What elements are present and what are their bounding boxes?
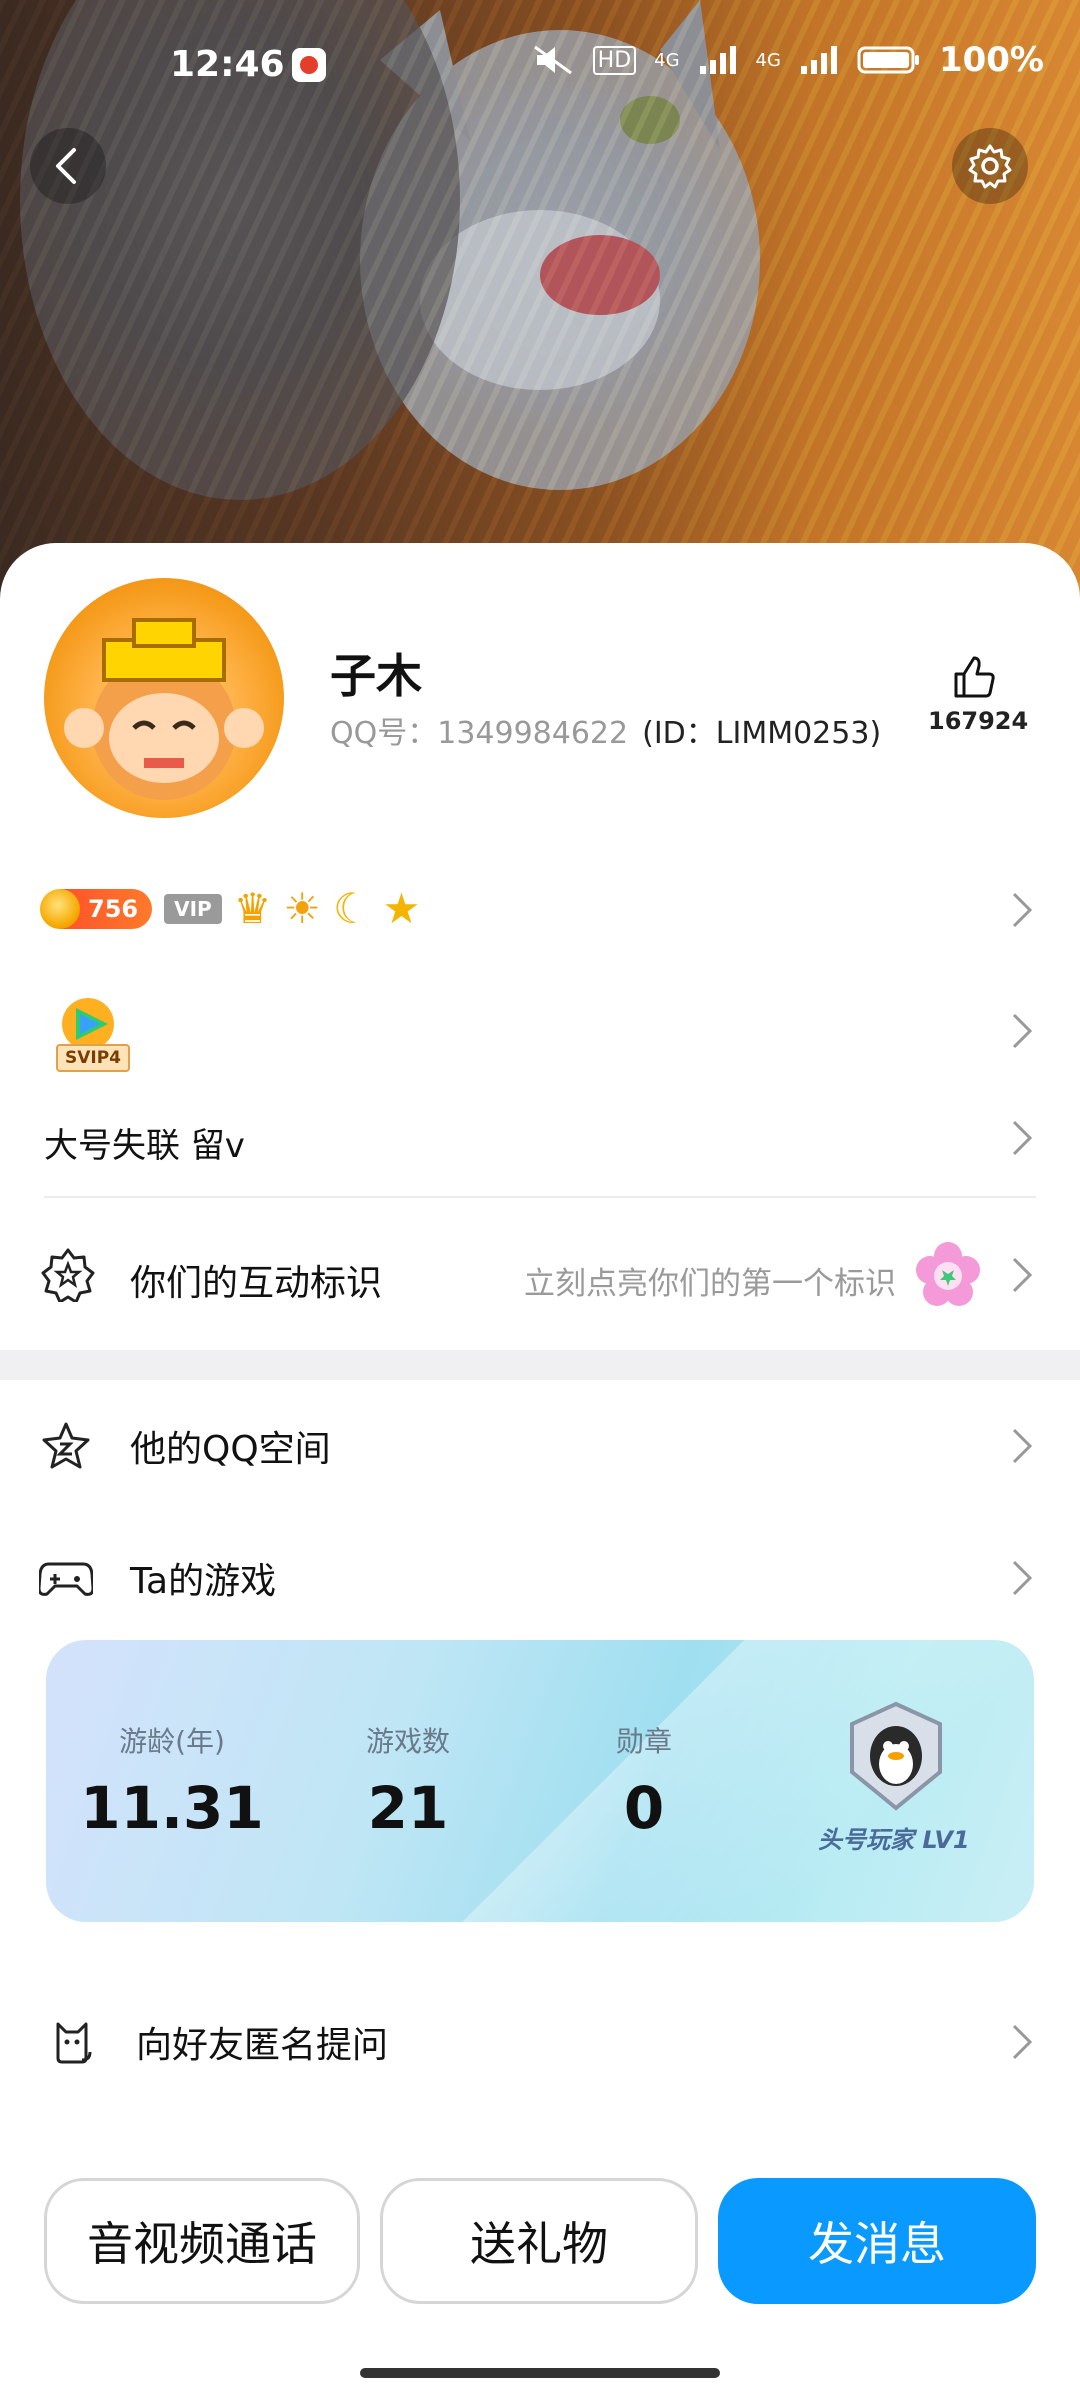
notification-app-icon <box>292 48 326 82</box>
player-level-label: 头号玩家 LV1 <box>818 1826 970 1854</box>
svip-badge: SVIP4 <box>50 994 130 1072</box>
qq-number: QQ号：1349984622 <box>330 716 629 751</box>
qzone-star-icon <box>38 1418 94 1474</box>
menu-item-qzone-label: 他的QQ空间 <box>130 1429 331 1470</box>
signal-icon-2 <box>800 46 837 74</box>
settings-button[interactable] <box>952 128 1028 204</box>
menu-item-anonymous-question[interactable]: 向好友匿名提问 <box>0 1994 1080 2090</box>
monkey-king-avatar-image <box>64 618 264 800</box>
home-indicator[interactable] <box>360 2368 720 2378</box>
crown-icon: ♛ <box>233 884 272 933</box>
battery-icon <box>857 46 919 74</box>
section-divider <box>0 1350 1080 1380</box>
game-stats-card[interactable]: 游龄(年) 11.31 游戏数 21 勋章 0 头号玩家 LV1 <box>46 1640 1034 1922</box>
menu-item-games[interactable]: Ta的游戏 <box>0 1530 1080 1626</box>
status-indicators: HD 4G 4G 100% <box>531 40 1044 80</box>
send-gift-button[interactable]: 送礼物 <box>380 2178 698 2304</box>
stat-value-game-count: 21 <box>367 1774 449 1842</box>
interaction-mark-label: 你们的互动标识 <box>130 1263 383 1304</box>
interaction-mark-hint: 立刻点亮你们的第一个标识 <box>524 1266 896 1302</box>
avatar[interactable] <box>44 578 284 818</box>
menu-item-qzone[interactable]: 他的QQ空间 <box>0 1398 1080 1494</box>
stat-value-game-age: 11.31 <box>80 1774 264 1842</box>
profile-name: 子木 <box>330 649 422 703</box>
status-time: 12:46 <box>170 44 285 85</box>
chevron-right-icon <box>1012 1257 1033 1293</box>
chevron-right-icon <box>1012 1428 1033 1464</box>
battery-percent: 100% <box>938 40 1044 80</box>
chevron-right-icon <box>1012 1013 1033 1049</box>
star-icon: ★ <box>382 884 421 933</box>
back-button[interactable] <box>30 128 106 204</box>
chevron-right-icon <box>1012 1120 1033 1156</box>
network-4g-label-1: 4G <box>654 49 680 71</box>
mute-icon <box>533 45 572 75</box>
qq-id: (ID：LIMM0253) <box>642 716 882 751</box>
stat-label-game-count: 游戏数 <box>365 1725 450 1758</box>
signature-text: 大号失联 留v <box>44 1126 245 1166</box>
chevron-right-icon <box>1012 1560 1033 1596</box>
cat-bag-icon <box>44 2014 100 2070</box>
qq-number-row[interactable]: QQ号：1349984622 (ID：LIMM0253) <box>330 708 881 752</box>
menu-item-anonymous-question-label: 向好友匿名提问 <box>136 2025 389 2066</box>
badge-list: 756 VIP ♛ ☀ ☾ ★ <box>40 884 421 933</box>
gear-icon <box>968 144 1012 189</box>
status-bar: 12:46 HD 4G 4G 100% <box>0 0 1080 130</box>
vip-badge: VIP <box>164 894 222 924</box>
coin-icon <box>40 889 80 929</box>
hd-label: HD <box>592 45 637 75</box>
svip-row[interactable] <box>0 986 1080 1076</box>
like-button[interactable] <box>932 652 1016 704</box>
divider <box>44 1196 1036 1198</box>
stat-value-medals: 0 <box>623 1774 665 1842</box>
send-message-button[interactable]: 发消息 <box>718 2178 1036 2304</box>
network-4g-label-2: 4G <box>755 49 781 71</box>
moon-icon: ☾ <box>333 884 371 933</box>
video-call-button[interactable]: 音视频通话 <box>44 2178 360 2304</box>
like-count: 167924 <box>928 707 1029 735</box>
badge-star-icon <box>41 1248 95 1302</box>
coin-badge: 756 <box>40 889 153 929</box>
signal-icon-1 <box>699 46 736 74</box>
svip-level-label: SVIP4 <box>56 1044 130 1072</box>
stat-label-medals: 勋章 <box>615 1725 672 1758</box>
player-level-emblem-icon <box>850 1701 942 1811</box>
chevron-right-icon <box>1012 2024 1033 2060</box>
flower-icon <box>916 1242 980 1306</box>
chevron-left-icon <box>56 148 76 184</box>
sun-icon: ☀ <box>283 884 321 933</box>
chevron-right-icon <box>1012 892 1033 928</box>
stat-label-game-age: 游龄(年) <box>119 1725 225 1758</box>
gamepad-icon <box>38 1550 94 1606</box>
menu-item-games-label: Ta的游戏 <box>130 1561 277 1602</box>
coin-count: 756 <box>88 895 139 923</box>
thumbs-up-icon <box>954 656 995 698</box>
